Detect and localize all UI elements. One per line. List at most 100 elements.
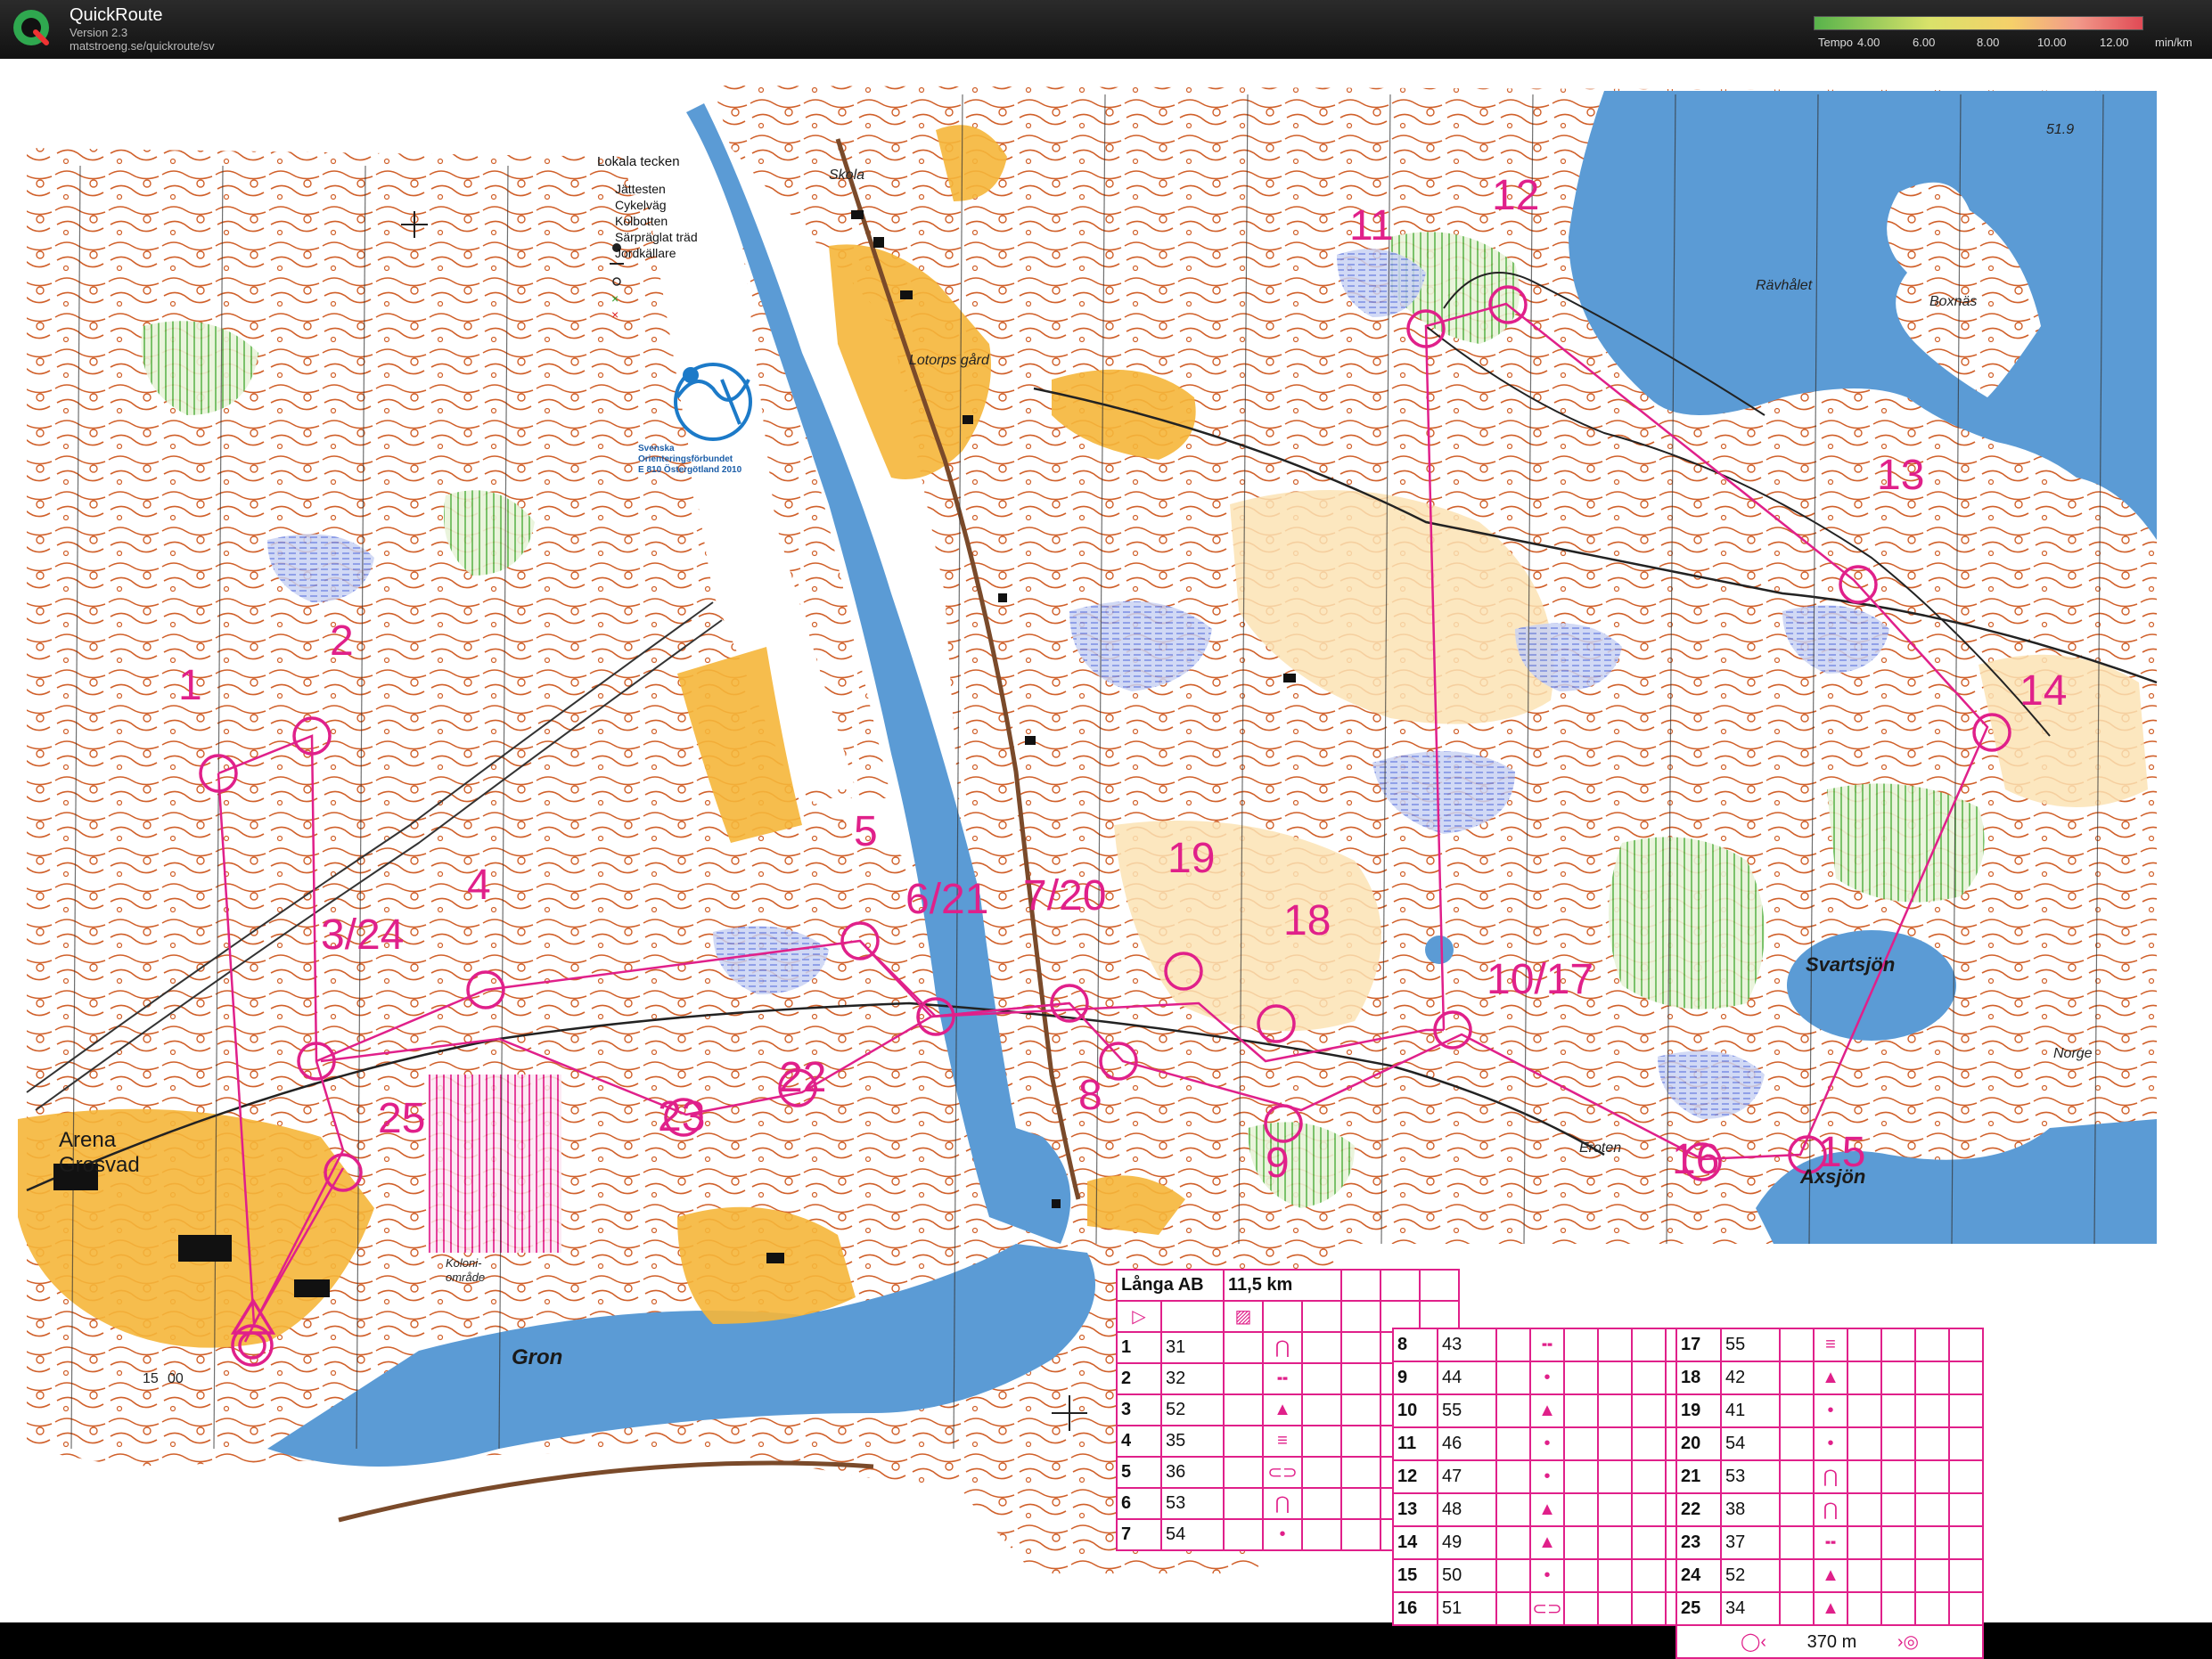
control-number-16: 16: [1672, 1136, 1720, 1183]
feature-symbol-icon: ⊂⊃: [1529, 1591, 1565, 1626]
control-number-23: 23: [658, 1093, 706, 1140]
control-description-table-3: 17 55 ≡ 18 42 ▲ 19 41 • 20 54 • 21 53 ⋂ 22 38 ⋂ 23 37 ╍ 24 52 ▲…: [1675, 1328, 1984, 1659]
place-svartsjon: Svartsjön: [1806, 953, 1896, 976]
control-order: 24: [1675, 1558, 1722, 1593]
feature-symbol-icon: ⋂: [1813, 1492, 1848, 1527]
control-code: 53: [1720, 1459, 1781, 1494]
feature-symbol-icon: ▲: [1262, 1393, 1303, 1426]
feature-symbol-icon: ▲: [1813, 1558, 1848, 1593]
control-order: 3: [1116, 1393, 1162, 1426]
control-number-9: 9: [1266, 1140, 1290, 1187]
feature-symbol-icon: ▲: [1813, 1361, 1848, 1395]
control-code: 48: [1437, 1492, 1497, 1527]
legend-item-cykelvag: Cykelväg: [615, 198, 667, 212]
control-code: 35: [1160, 1425, 1225, 1458]
feature-symbol-icon: •: [1529, 1459, 1565, 1494]
description-row: 16 51 ⊂⊃: [1392, 1591, 1700, 1626]
control-code: 36: [1160, 1456, 1225, 1489]
control-code: 50: [1437, 1558, 1497, 1593]
description-row: 25 34 ▲: [1675, 1591, 1984, 1626]
control-number-14: 14: [2019, 667, 2068, 715]
description-row: 15 50 •: [1392, 1558, 1700, 1593]
control-order: 4: [1116, 1425, 1162, 1458]
title-bar: QuickRoute Version 2.3 matstroeng.se/qui…: [0, 0, 2212, 59]
control-number-7-20: 7/20: [1023, 872, 1107, 919]
map-canvas[interactable]: × × Lokala tecken Jättesten Cykelväg Kol…: [0, 59, 2212, 1659]
control-code: 37: [1720, 1525, 1781, 1560]
legend-item-sarpraglat-trad: Särpräglat träd: [615, 230, 698, 244]
control-number-6-21: 6/21: [905, 876, 989, 923]
app-url[interactable]: matstroeng.se/quickroute/sv: [70, 39, 215, 53]
control-number-4: 4: [467, 862, 491, 909]
control-order: 7: [1116, 1518, 1162, 1551]
control-code: 42: [1720, 1361, 1781, 1395]
control-order: 21: [1675, 1459, 1722, 1494]
description-row: 14 49 ▲: [1392, 1525, 1700, 1560]
place-gron: Gron: [512, 1345, 563, 1369]
control-code: 55: [1437, 1393, 1497, 1428]
map-marker-15: 15: [143, 1371, 159, 1386]
control-order: 11: [1392, 1426, 1438, 1461]
feature-symbol-icon: ╍: [1529, 1328, 1565, 1362]
control-number-10-17: 10/17: [1487, 956, 1594, 1003]
legend-item-jordkallare: Jordkällare: [615, 246, 676, 260]
control-number-11: 11: [1349, 202, 1394, 249]
feature-symbol-icon: •: [1529, 1558, 1565, 1593]
place-eroten: Eroten: [1579, 1140, 1622, 1156]
description-row: 24 52 ▲: [1675, 1558, 1984, 1593]
place-ravhalet: Rävhålet: [1756, 278, 1813, 293]
control-description-table-2: 8 43 ╍ 9 44 • 10 55 ▲ 11 46 • 12 47 • 13 48 ▲ 14 49 ▲ 15 50 • 16…: [1392, 1328, 1700, 1626]
description-row: 19 41 •: [1675, 1393, 1984, 1428]
feature-symbol-icon: ≡: [1262, 1425, 1303, 1458]
feature-symbol-icon: •: [1529, 1426, 1565, 1461]
description-row: 22 38 ⋂: [1675, 1492, 1984, 1527]
control-number-3-24: 3/24: [321, 911, 405, 959]
feature-symbol-icon: ⋂: [1262, 1331, 1303, 1364]
control-order: 9: [1392, 1361, 1438, 1395]
place-norge: Norge: [2053, 1046, 2093, 1061]
control-code: 44: [1437, 1361, 1497, 1395]
finish-funnel-icon: ◯‹: [1741, 1632, 1767, 1652]
feature-symbol-icon: •: [1813, 1393, 1848, 1428]
course-length: 11,5 km: [1223, 1269, 1342, 1302]
svg-text:×: ×: [611, 307, 619, 322]
control-order: 18: [1675, 1361, 1722, 1395]
control-code: 32: [1160, 1362, 1225, 1395]
control-number-1: 1: [178, 662, 202, 709]
place-arena: Arena: [59, 1128, 117, 1152]
feature-symbol-icon: ╍: [1262, 1362, 1303, 1395]
control-code: 51: [1437, 1591, 1497, 1626]
tempo-tick-4: 4.00: [1857, 36, 1880, 49]
control-order: 6: [1116, 1487, 1162, 1520]
svg-text:×: ×: [611, 291, 619, 306]
description-row: 10 55 ▲: [1392, 1393, 1700, 1428]
control-order: 8: [1392, 1328, 1438, 1362]
finish-distance: 370 m: [1806, 1632, 1857, 1652]
control-number-25: 25: [378, 1095, 426, 1142]
feature-symbol-icon: •: [1813, 1426, 1848, 1461]
control-order: 25: [1675, 1591, 1722, 1626]
control-code: 34: [1720, 1591, 1781, 1626]
description-row: 17 55 ≡: [1675, 1328, 1984, 1362]
tempo-tick-8: 8.00: [1977, 36, 2000, 49]
control-code: 49: [1437, 1525, 1497, 1560]
control-code: 46: [1437, 1426, 1497, 1461]
control-order: 5: [1116, 1456, 1162, 1489]
feature-symbol-icon: ▲: [1813, 1591, 1848, 1626]
control-number-19: 19: [1167, 835, 1216, 882]
control-code: 52: [1720, 1558, 1781, 1593]
control-order: 20: [1675, 1426, 1722, 1461]
description-row: 9 44 •: [1392, 1361, 1700, 1395]
description-row: 11 46 •: [1392, 1426, 1700, 1461]
control-number-12: 12: [1492, 172, 1540, 219]
tempo-unit: min/km: [2155, 36, 2192, 49]
club-name-line1: Svenska: [638, 444, 675, 454]
place-koloni-line2: område: [446, 1271, 486, 1284]
place-grosvad: Grosvad: [59, 1153, 140, 1177]
feature-symbol-icon: •: [1529, 1361, 1565, 1395]
feature-symbol-icon: ╍: [1813, 1525, 1848, 1560]
control-number-8: 8: [1078, 1072, 1102, 1119]
feature-symbol-icon: ▲: [1529, 1393, 1565, 1428]
tempo-label: Tempo: [1818, 36, 1854, 49]
control-order: 2: [1116, 1362, 1162, 1395]
